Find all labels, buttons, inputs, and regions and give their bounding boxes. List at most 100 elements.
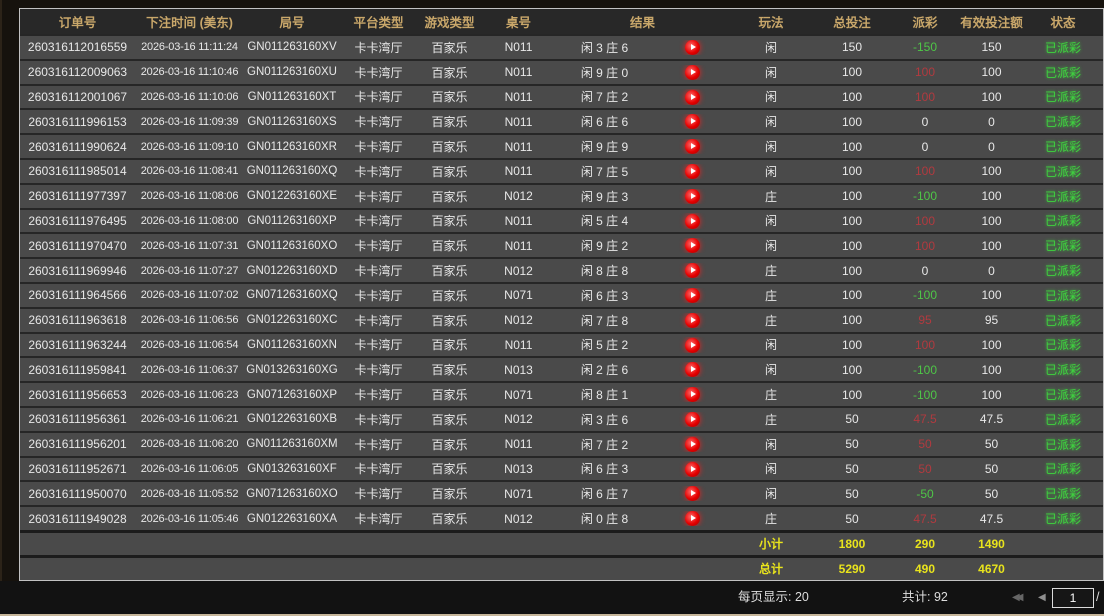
round-id-cell: GN011263160XV xyxy=(244,41,340,53)
video-replay-icon[interactable] xyxy=(685,511,700,526)
total-bet-cell: 50 xyxy=(812,487,892,501)
result-cell: 闲 9 庄 9 xyxy=(555,138,654,155)
bet-time-cell: 2026-03-16 11:06:54 xyxy=(135,339,244,351)
video-replay-icon[interactable] xyxy=(685,238,700,253)
subtotal-row: 小计18002901490 xyxy=(20,530,1103,555)
result-cell: 闲 7 庄 5 xyxy=(555,163,654,180)
round-id-cell: GN013263160XF xyxy=(244,463,340,475)
payout-cell: -100 xyxy=(892,189,958,203)
video-cell xyxy=(654,65,730,80)
table-no-cell: N013 xyxy=(482,363,555,377)
video-replay-icon[interactable] xyxy=(685,189,700,204)
video-replay-icon[interactable] xyxy=(685,114,700,129)
table-no-cell: N011 xyxy=(482,214,555,228)
game-type-cell: 百家乐 xyxy=(417,336,482,353)
video-replay-icon[interactable] xyxy=(685,263,700,278)
payout-cell: 100 xyxy=(892,90,958,104)
video-replay-icon[interactable] xyxy=(685,462,700,477)
bet-time-cell: 2026-03-16 11:06:37 xyxy=(135,364,244,376)
video-replay-icon[interactable] xyxy=(685,387,700,402)
valid-bet-cell: 47.5 xyxy=(958,512,1025,526)
summary-valid-bet: 4670 xyxy=(958,562,1025,576)
table-row: 2603161120010672026-03-16 11:10:06GN0112… xyxy=(20,84,1103,109)
video-replay-icon[interactable] xyxy=(685,90,700,105)
video-replay-icon[interactable] xyxy=(685,338,700,353)
total-bet-cell: 100 xyxy=(812,164,892,178)
play-type-cell: 庄 xyxy=(730,262,812,279)
summary-total-bet: 5290 xyxy=(812,562,892,576)
video-replay-icon[interactable] xyxy=(685,164,700,179)
order-id-cell: 260316111959841 xyxy=(20,363,135,377)
valid-bet-cell: 100 xyxy=(958,288,1025,302)
result-cell: 闲 7 庄 2 xyxy=(555,88,654,105)
total-bet-cell: 50 xyxy=(812,412,892,426)
first-page-icon[interactable]: ◀◀ xyxy=(1012,581,1019,614)
video-replay-icon[interactable] xyxy=(685,313,700,328)
video-cell xyxy=(654,313,730,328)
table-row: 2603161120090632026-03-16 11:10:46GN0112… xyxy=(20,59,1103,84)
bet-time-cell: 2026-03-16 11:08:41 xyxy=(135,165,244,177)
video-replay-icon[interactable] xyxy=(685,139,700,154)
valid-bet-cell: 0 xyxy=(958,140,1025,154)
round-id-cell: GN071263160XQ xyxy=(244,289,340,301)
table-body: 2603161120165592026-03-16 11:11:24GN0112… xyxy=(20,34,1103,530)
table-no-cell: N011 xyxy=(482,115,555,129)
table-row: 2603161119850142026-03-16 11:08:41GN0112… xyxy=(20,158,1103,183)
round-id-cell: GN011263160XP xyxy=(244,215,340,227)
play-type-cell: 闲 xyxy=(730,138,812,155)
play-type-cell: 闲 xyxy=(730,113,812,130)
total-bet-cell: 100 xyxy=(812,140,892,154)
total-bet-cell: 50 xyxy=(812,512,892,526)
bet-time-cell: 2026-03-16 11:08:06 xyxy=(135,190,244,202)
summary-label: 总计 xyxy=(730,560,812,577)
column-header-result: 结果 xyxy=(555,12,730,31)
video-replay-icon[interactable] xyxy=(685,486,700,501)
table-no-cell: N012 xyxy=(482,189,555,203)
order-id-cell: 260316111969946 xyxy=(20,264,135,278)
video-cell xyxy=(654,362,730,377)
game-type-cell: 百家乐 xyxy=(417,510,482,527)
result-cell: 闲 9 庄 0 xyxy=(555,64,654,81)
status-badge: 已派彩 xyxy=(1025,237,1101,254)
video-replay-icon[interactable] xyxy=(685,412,700,427)
status-badge: 已派彩 xyxy=(1025,188,1101,205)
video-cell xyxy=(654,337,730,352)
summary-payout: 290 xyxy=(892,537,958,551)
play-type-cell: 闲 xyxy=(730,64,812,81)
video-replay-icon[interactable] xyxy=(685,288,700,303)
status-badge: 已派彩 xyxy=(1025,510,1101,527)
platform-cell: 卡卡湾厅 xyxy=(340,411,417,428)
total-bet-cell: 100 xyxy=(812,65,892,79)
page-number-input[interactable] xyxy=(1052,588,1094,608)
status-badge: 已派彩 xyxy=(1025,138,1101,155)
order-id-cell: 260316111963618 xyxy=(20,313,135,327)
status-badge: 已派彩 xyxy=(1025,39,1101,56)
total-bet-cell: 100 xyxy=(812,214,892,228)
platform-cell: 卡卡湾厅 xyxy=(340,138,417,155)
video-replay-icon[interactable] xyxy=(685,65,700,80)
table-row: 2603161119645662026-03-16 11:07:02GN0712… xyxy=(20,282,1103,307)
play-type-cell: 庄 xyxy=(730,188,812,205)
total-bet-cell: 100 xyxy=(812,313,892,327)
status-badge: 已派彩 xyxy=(1025,262,1101,279)
order-id-cell: 260316111950070 xyxy=(20,487,135,501)
prev-page-icon[interactable]: ◀ xyxy=(1038,581,1046,614)
platform-cell: 卡卡湾厅 xyxy=(340,212,417,229)
play-type-cell: 闲 xyxy=(730,485,812,502)
payout-cell: 100 xyxy=(892,239,958,253)
video-replay-icon[interactable] xyxy=(685,362,700,377)
video-replay-icon[interactable] xyxy=(685,214,700,229)
bet-time-cell: 2026-03-16 11:06:21 xyxy=(135,413,244,425)
payout-cell: 0 xyxy=(892,140,958,154)
total-bet-cell: 100 xyxy=(812,388,892,402)
video-cell xyxy=(654,486,730,501)
total-bet-cell: 100 xyxy=(812,115,892,129)
result-cell: 闲 6 庄 3 xyxy=(555,287,654,304)
video-replay-icon[interactable] xyxy=(685,40,700,55)
video-replay-icon[interactable] xyxy=(685,437,700,452)
column-header-order_id: 订单号 xyxy=(20,12,135,31)
round-id-cell: GN012263160XB xyxy=(244,413,340,425)
video-cell xyxy=(654,114,730,129)
valid-bet-cell: 50 xyxy=(958,487,1025,501)
summary-valid-bet: 1490 xyxy=(958,537,1025,551)
